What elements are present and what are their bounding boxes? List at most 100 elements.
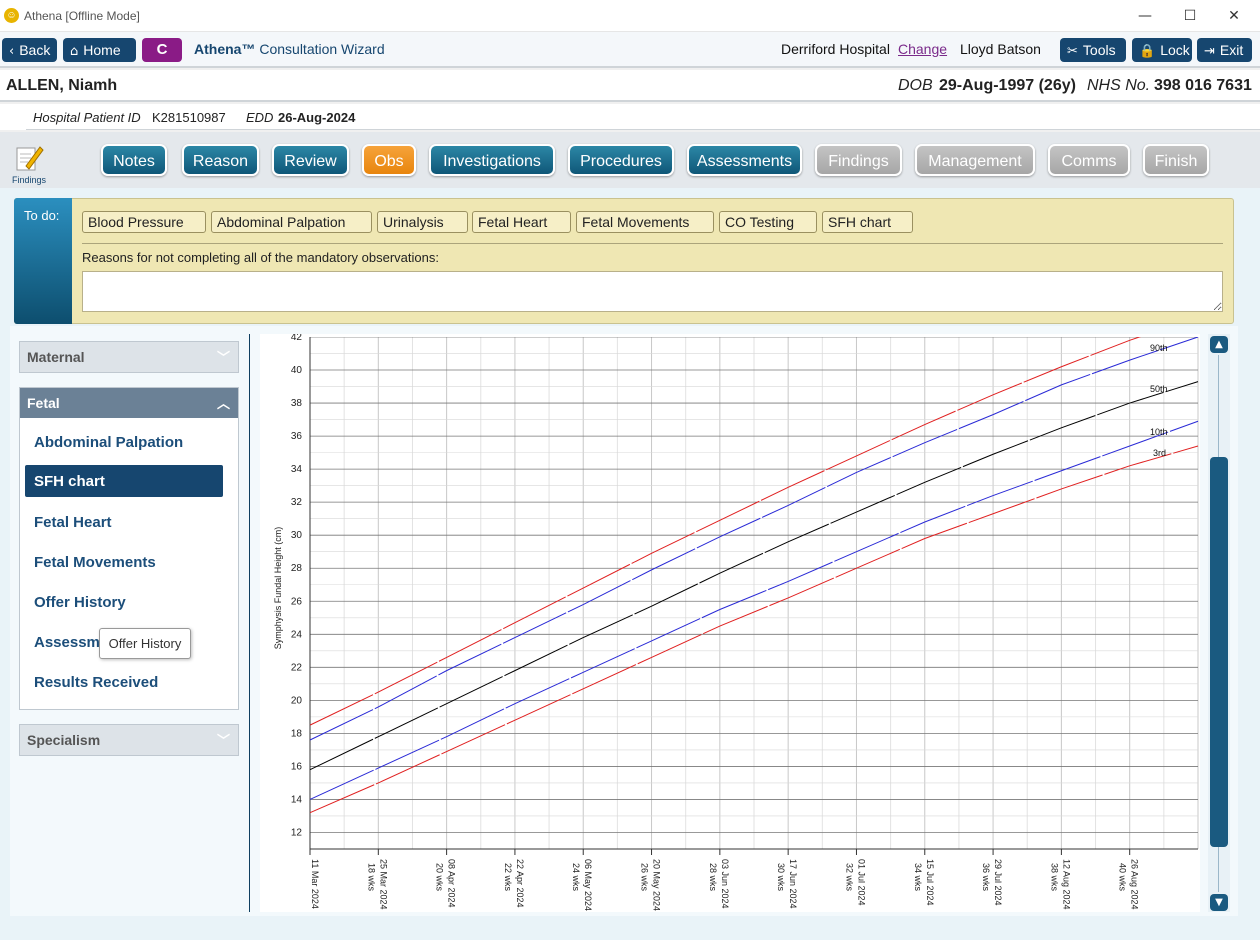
minimize-icon[interactable]: — xyxy=(1125,4,1165,28)
hospital-id-label: Hospital Patient ID xyxy=(33,110,141,125)
x-tick-weeks: 26 wks xyxy=(640,863,650,892)
step-management[interactable]: Management xyxy=(915,144,1035,176)
x-tick-date: 06 May 2024 xyxy=(583,859,593,911)
dob-value: 29-Aug-1997 (26y) xyxy=(939,77,1076,94)
y-tick-label: 22 xyxy=(291,662,303,673)
maximize-icon[interactable]: ☐ xyxy=(1170,4,1210,28)
y-tick-label: 18 xyxy=(291,728,303,739)
series-label: 50th xyxy=(1150,384,1168,394)
x-tick-date: 22 Apr 2024 xyxy=(515,859,525,908)
home-button[interactable]: ⌂ Home xyxy=(63,38,136,62)
todo-co-testing[interactable]: CO Testing xyxy=(719,211,817,233)
fetal-item-fetal-movements[interactable]: Fetal Movements xyxy=(34,554,156,571)
todo-fetal-movements[interactable]: Fetal Movements xyxy=(576,211,714,233)
y-tick-label: 20 xyxy=(291,695,303,706)
x-tick-date: 11 Mar 2024 xyxy=(310,859,320,909)
x-tick-date: 01 Jul 2024 xyxy=(856,859,866,906)
chevron-up-icon: ︿ xyxy=(216,397,230,412)
fetal-item-offer-history[interactable]: Offer History xyxy=(34,594,126,611)
step-investigations[interactable]: Investigations xyxy=(429,144,555,176)
lock-button[interactable]: 🔒 Lock xyxy=(1132,38,1192,62)
y-tick-label: 28 xyxy=(291,563,303,574)
accordion-specialism[interactable]: Specialism ﹀ xyxy=(19,724,239,756)
c-button[interactable]: C xyxy=(142,38,182,62)
x-tick-weeks: 40 wks xyxy=(1118,863,1128,892)
series-label: 90th xyxy=(1150,343,1168,353)
y-tick-label: 12 xyxy=(291,827,303,838)
accordion-fetal[interactable]: Fetal ︿ xyxy=(19,387,239,419)
lock-icon: 🔒 xyxy=(1139,44,1156,59)
fetal-item-assessments[interactable]: Assessme xyxy=(34,634,108,651)
x-tick-date: 08 Apr 2024 xyxy=(447,859,457,908)
sfh-chart: 12 14 16 18 20 22 24 26 28 30 32 34 36 38 40 42 Symphysi… xyxy=(260,314,1200,912)
step-reason[interactable]: Reason xyxy=(182,144,259,176)
exit-button[interactable]: ⇥ Exit xyxy=(1197,38,1252,62)
step-obs[interactable]: Obs xyxy=(362,144,416,176)
fetal-item-abdominal-palpation[interactable]: Abdominal Palpation xyxy=(34,434,183,451)
back-button[interactable]: ‹ Back xyxy=(2,38,57,62)
x-tick-weeks: 38 wks xyxy=(1049,863,1059,892)
reason-textarea[interactable] xyxy=(82,271,1223,312)
wizard-title: Athena™ Consultation Wizard xyxy=(194,41,385,57)
x-tick-date: 26 Aug 2024 xyxy=(1130,859,1140,910)
step-notes[interactable]: Notes xyxy=(101,144,167,176)
fetal-item-results-received[interactable]: Results Received xyxy=(34,674,158,691)
x-tick-weeks: 32 wks xyxy=(844,863,854,892)
x-tick-weeks: 22 wks xyxy=(503,863,513,892)
chevron-left-icon: ‹ xyxy=(9,44,15,59)
fetal-item-fetal-heart[interactable]: Fetal Heart xyxy=(34,514,112,531)
nhs-value: 398 016 7631 xyxy=(1154,77,1252,94)
edd-label: EDD xyxy=(246,110,274,125)
accordion-maternal[interactable]: Maternal ﹀ xyxy=(19,341,239,373)
y-tick-label: 42 xyxy=(291,334,303,343)
todo-urinalysis[interactable]: Urinalysis xyxy=(377,211,468,233)
divider xyxy=(26,129,1260,130)
chevron-down-icon: ﹀ xyxy=(216,734,230,749)
close-icon[interactable]: ✕ xyxy=(1214,4,1254,28)
y-tick-label: 36 xyxy=(291,431,303,442)
step-comms[interactable]: Comms xyxy=(1048,144,1130,176)
step-assessments[interactable]: Assessments xyxy=(687,144,802,176)
scrollbar-thumb[interactable] xyxy=(1210,457,1228,847)
patient-name: ALLEN, Niamh xyxy=(6,77,118,94)
y-tick-label: 16 xyxy=(291,761,303,772)
hospital-id-value: K281510987 xyxy=(152,110,226,125)
divider xyxy=(82,243,1223,244)
scroll-down-icon[interactable]: ▼ xyxy=(1210,894,1228,911)
exit-icon: ⇥ xyxy=(1204,44,1215,59)
todo-fetal-heart[interactable]: Fetal Heart xyxy=(472,211,571,233)
todo-abdominal-palpation[interactable]: Abdominal Palpation xyxy=(211,211,372,233)
y-tick-label: 40 xyxy=(291,365,303,376)
scroll-up-icon[interactable]: ▲ xyxy=(1210,336,1228,353)
x-tick-date: 15 Jul 2024 xyxy=(925,859,935,906)
home-icon: ⌂ xyxy=(70,44,79,59)
sfh-chart-svg: 12 14 16 18 20 22 24 26 28 30 32 34 36 38 40 42 Symphysi… xyxy=(273,314,1200,911)
app-logo-icon: ☺ xyxy=(4,8,19,23)
user-name: Lloyd Batson xyxy=(960,41,1041,57)
x-tick-date: 25 Mar 2024 xyxy=(378,859,388,910)
x-tick-date: 29 Jul 2024 xyxy=(993,859,1003,906)
y-tick-label: 24 xyxy=(291,629,303,640)
step-review[interactable]: Review xyxy=(272,144,349,176)
step-procedures[interactable]: Procedures xyxy=(568,144,674,176)
x-tick-date: 20 May 2024 xyxy=(652,859,662,911)
tools-icon: ✂ xyxy=(1067,44,1078,59)
x-tick-weeks: 30 wks xyxy=(776,863,786,892)
tools-button[interactable]: ✂ Tools xyxy=(1060,38,1126,62)
window-titlebar xyxy=(0,0,1260,32)
y-tick-label: 38 xyxy=(291,398,303,409)
tooltip: Offer History xyxy=(99,628,191,659)
hospital-name: Derriford Hospital xyxy=(781,41,890,57)
x-tick-date: 12 Aug 2024 xyxy=(1061,859,1071,910)
y-tick-label: 26 xyxy=(291,596,303,607)
todo-blood-pressure[interactable]: Blood Pressure xyxy=(82,211,206,233)
change-hospital-link[interactable]: Change xyxy=(898,41,947,57)
findings-icon[interactable] xyxy=(14,144,44,172)
chevron-down-icon: ﹀ xyxy=(216,351,230,366)
step-finish[interactable]: Finish xyxy=(1143,144,1209,176)
todo-label: To do: xyxy=(24,208,60,223)
step-findings[interactable]: Findings xyxy=(815,144,902,176)
series-label-3rd: 3rd xyxy=(1153,448,1166,458)
todo-sfh-chart[interactable]: SFH chart xyxy=(822,211,913,233)
x-tick-weeks: 18 wks xyxy=(366,863,376,892)
